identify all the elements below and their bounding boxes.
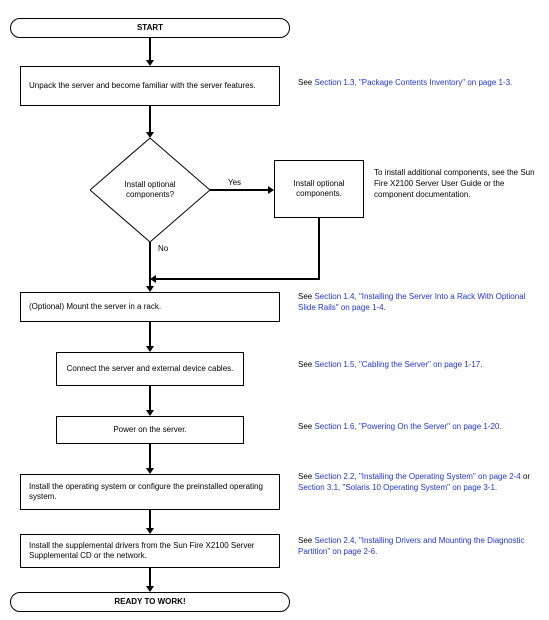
note-prefix: See [298, 78, 314, 87]
arrow [149, 444, 151, 468]
note-power: See Section 1.6, "Powering On the Server… [298, 422, 542, 433]
note-unpack: See Section 1.3, "Package Contents Inven… [298, 78, 538, 89]
note-install-optional-text: To install additional components, see th… [374, 168, 535, 199]
edge-label-no: No [158, 244, 168, 253]
step-unpack-text: Unpack the server and become familiar wi… [29, 81, 256, 91]
note-cables-link[interactable]: Section 1.5, "Cabling the Server" on pag… [314, 360, 482, 369]
note-os-link1[interactable]: Section 2.2, "Installing the Operating S… [314, 472, 520, 481]
arrow [149, 510, 151, 528]
arrow [149, 242, 151, 286]
note-os-link2[interactable]: Section 3.1, "Solaris 10 Operating Syste… [298, 483, 497, 492]
note-unpack-link[interactable]: Section 1.3, "Package Contents Inventory… [314, 78, 512, 87]
edge-label-yes: Yes [228, 178, 241, 187]
arrow [149, 322, 151, 346]
step-install-optional-text: Install optional components. [279, 179, 359, 200]
step-drivers: Install the supplemental drivers from th… [20, 534, 280, 568]
terminator-end-label: READY TO WORK! [114, 597, 185, 607]
step-mount-text: (Optional) Mount the server in a rack. [29, 302, 161, 312]
step-os-text: Install the operating system or configur… [29, 482, 271, 503]
note-drivers-link[interactable]: Section 2.4, "Installing Drivers and Mou… [298, 536, 525, 556]
note-mount-link[interactable]: Section 1.4, "Installing the Server Into… [298, 292, 525, 312]
note-prefix: See [298, 472, 314, 481]
arrow [156, 278, 320, 280]
step-power: Power on the server. [56, 416, 244, 444]
note-prefix: See [298, 536, 314, 545]
arrow [149, 106, 151, 132]
arrow [149, 568, 151, 586]
note-prefix: See [298, 360, 314, 369]
step-power-text: Power on the server. [113, 425, 186, 435]
step-cables-text: Connect the server and external device c… [67, 364, 234, 374]
step-unpack: Unpack the server and become familiar wi… [20, 66, 280, 106]
step-install-optional: Install optional components. [274, 160, 364, 218]
step-os: Install the operating system or configur… [20, 474, 280, 510]
note-os: See Section 2.2, "Installing the Operati… [298, 472, 542, 494]
note-cables: See Section 1.5, "Cabling the Server" on… [298, 360, 542, 371]
arrow [149, 38, 151, 60]
note-prefix: See [298, 422, 314, 431]
flowchart-diagram: { "terminator_start": "START", "terminat… [0, 0, 549, 620]
note-drivers: See Section 2.4, "Installing Drivers and… [298, 536, 542, 558]
terminator-start-label: START [137, 23, 163, 33]
note-install-optional: To install additional components, see th… [374, 168, 542, 200]
step-mount: (Optional) Mount the server in a rack. [20, 292, 280, 322]
decision-text: Install optional components? [110, 180, 190, 200]
note-mount: See Section 1.4, "Installing the Server … [298, 292, 542, 314]
note-power-link[interactable]: Section 1.6, "Powering On the Server" on… [314, 422, 501, 431]
arrow [149, 386, 151, 410]
arrow [318, 218, 320, 278]
step-drivers-text: Install the supplemental drivers from th… [29, 541, 271, 562]
terminator-end: READY TO WORK! [10, 592, 290, 612]
step-cables: Connect the server and external device c… [56, 352, 244, 386]
note-os-mid: or [521, 472, 530, 481]
note-prefix: See [298, 292, 314, 301]
terminator-start: START [10, 18, 290, 38]
arrow [210, 189, 268, 191]
